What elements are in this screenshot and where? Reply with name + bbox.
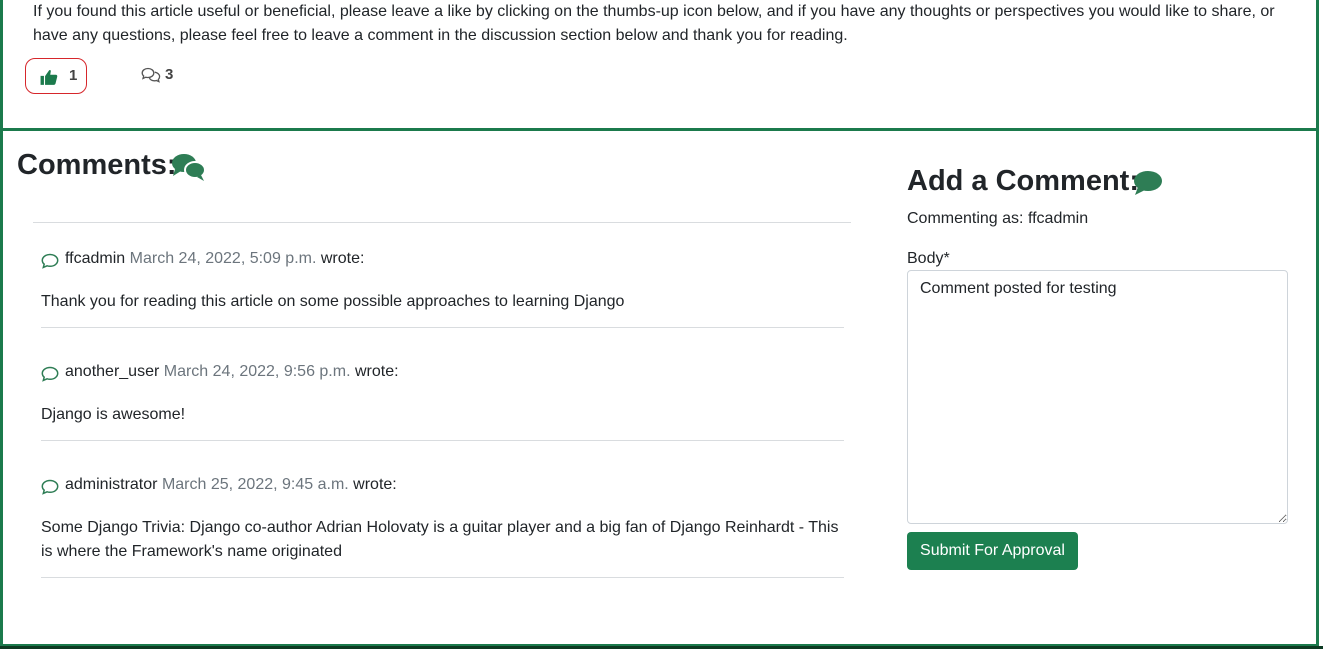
comment-bubble-icon: [41, 366, 59, 382]
comment-bubble-icon: [41, 479, 59, 495]
submit-for-approval-button[interactable]: Submit For Approval: [907, 532, 1078, 570]
comment-date: March 24, 2022, 5:09 p.m.: [129, 250, 317, 267]
article-footer-card: If you found this article useful or bene…: [0, 0, 1319, 128]
article-closing-text: If you found this article useful or bene…: [33, 3, 1275, 44]
add-comment-title: Add a Comment:: [907, 165, 1139, 197]
comment-divider: [41, 327, 844, 328]
comments-icon: [172, 154, 206, 181]
like-button[interactable]: 1: [25, 58, 87, 94]
comment-author: another_user: [65, 363, 160, 380]
comment-wrote: wrote:: [320, 250, 365, 267]
comment-body: Some Django Trivia: Django co-author Adr…: [41, 519, 839, 560]
comment-wrote: wrote:: [354, 363, 399, 380]
comment-date: March 25, 2022, 9:45 a.m.: [161, 476, 349, 493]
body-label: Body*: [907, 250, 950, 267]
comment-body: Thank you for reading this article on so…: [41, 293, 625, 310]
like-count: 1: [69, 67, 78, 84]
comment-date: March 24, 2022, 9:56 p.m.: [163, 363, 351, 380]
comment-divider: [41, 440, 844, 441]
comment-author: ffcadmin: [65, 250, 126, 267]
thumbs-up-icon: [40, 69, 58, 85]
comment-author-line: ffcadmin March 24, 2022, 5:09 p.m. wrote…: [65, 250, 364, 268]
comment-author: administrator: [65, 476, 158, 493]
comment-author-line: another_user March 24, 2022, 9:56 p.m. w…: [65, 363, 399, 381]
comments-title: Comments:: [17, 149, 177, 181]
comment-divider: [41, 577, 844, 578]
comment-bubble-icon: [41, 253, 59, 269]
comment-count: 3: [165, 66, 174, 83]
comment-body: Django is awesome!: [41, 406, 186, 423]
comment-body-textarea[interactable]: Comment posted for testing: [907, 270, 1288, 524]
commenting-as-text: Commenting as: ffcadmin: [907, 210, 1089, 227]
comment-author-line: administrator March 25, 2022, 9:45 a.m. …: [65, 476, 397, 494]
comment-wrote: wrote:: [353, 476, 397, 493]
comments-divider: [33, 222, 851, 223]
comment-icon: [1134, 171, 1162, 195]
comments-outline-icon: [141, 67, 161, 83]
comments-card: Comments: ffcadmin March 24, 2022, 5:09 …: [0, 128, 1319, 647]
